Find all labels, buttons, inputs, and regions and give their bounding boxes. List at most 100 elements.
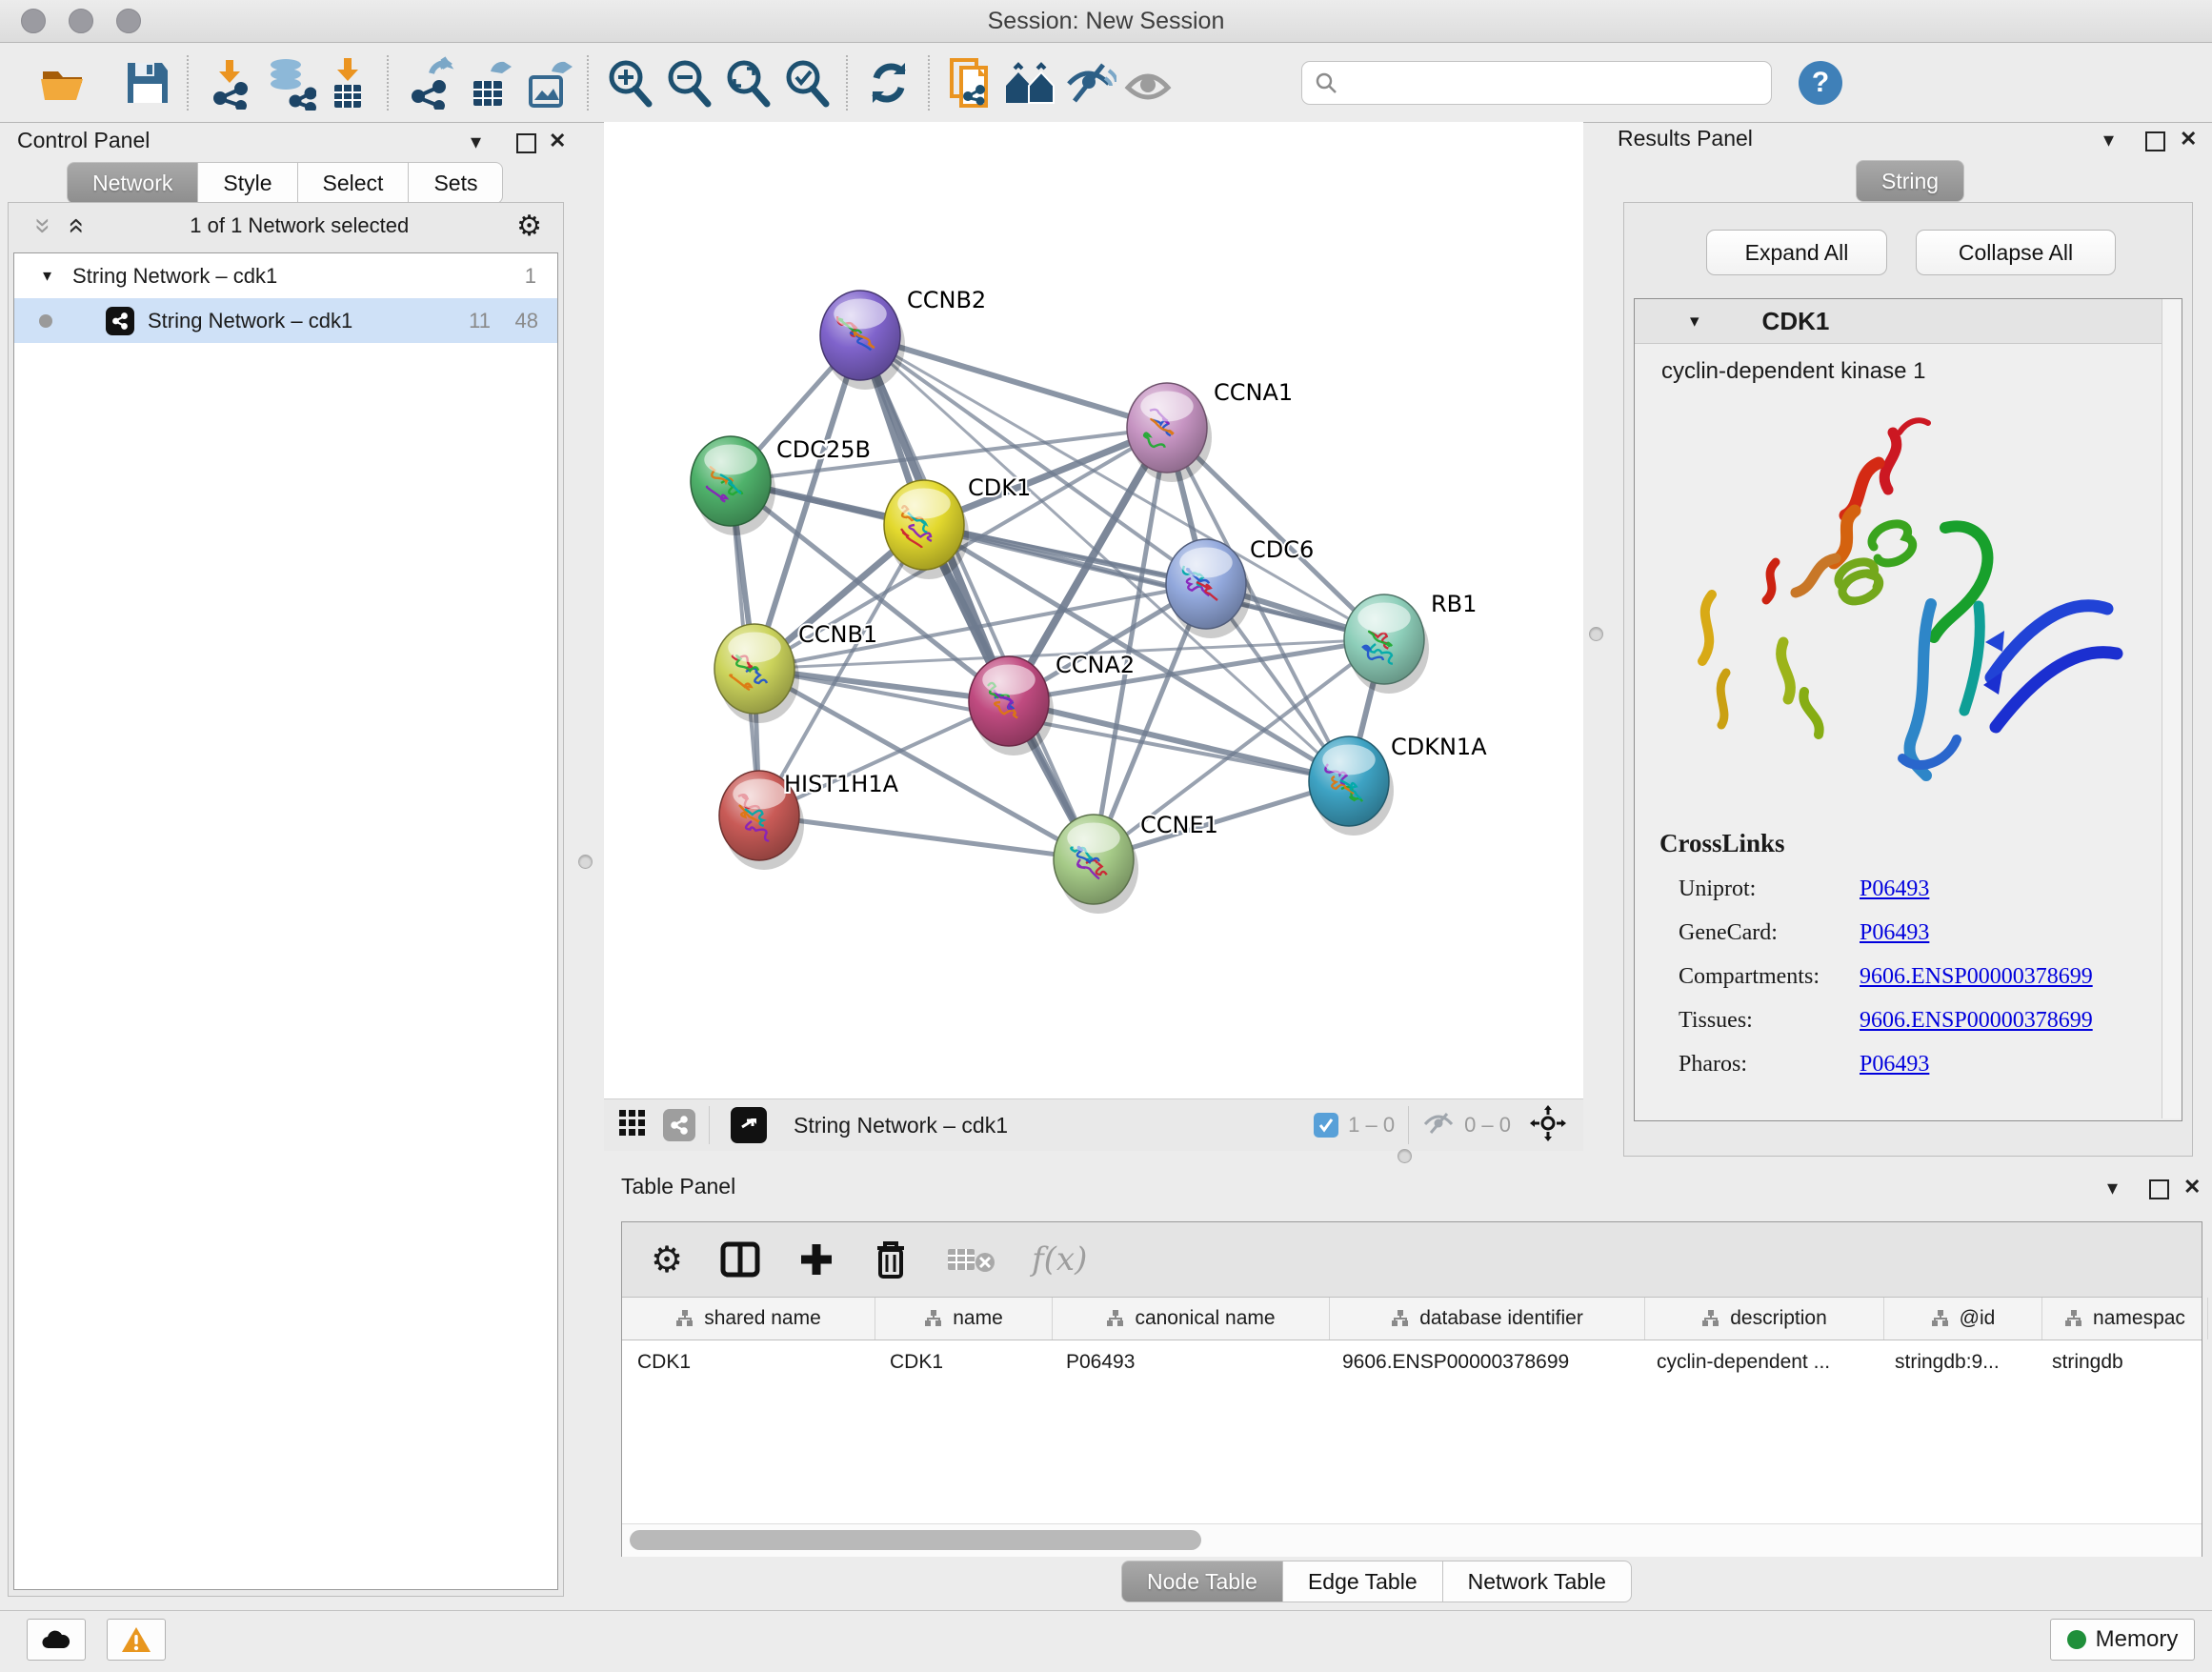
panel-close-icon[interactable]: ✕ <box>549 129 566 153</box>
network-node-RB1[interactable]: RB1 <box>1344 591 1477 694</box>
network-node-CDKN1A[interactable]: CDKN1A <box>1309 734 1487 836</box>
search-input[interactable] <box>1301 61 1772 105</box>
network-status-dot-icon <box>39 314 52 328</box>
warnings-button[interactable] <box>107 1619 166 1661</box>
column-header-namespac[interactable]: namespac <box>2042 1298 2208 1340</box>
results-float-icon[interactable] <box>2145 131 2165 151</box>
tab-style[interactable]: Style <box>198 162 297 204</box>
table-panel: Table Panel ▾ ✕ ⚙ f(x) shared namenameca… <box>604 1164 2212 1610</box>
tab-edge-table[interactable]: Edge Table <box>1283 1561 1443 1602</box>
collection-count: 1 <box>525 264 536 289</box>
panel-float-icon[interactable] <box>516 133 536 153</box>
column-header-description[interactable]: description <box>1645 1298 1884 1340</box>
table-horizontal-scrollbar[interactable] <box>622 1523 2202 1557</box>
table-close-icon[interactable]: ✕ <box>2183 1175 2201 1199</box>
protein-card-header[interactable]: ▾ CDK1 <box>1635 299 2182 344</box>
tab-node-table[interactable]: Node Table <box>1121 1561 1283 1602</box>
table-cell[interactable]: cyclin-dependent ... <box>1641 1340 1880 1384</box>
import-network-file-icon[interactable] <box>200 53 259 112</box>
network-node-CCNA2[interactable]: CCNA2 <box>969 652 1135 755</box>
column-header-name[interactable]: name <box>875 1298 1053 1340</box>
collapse-all-button[interactable]: Collapse All <box>1916 230 2116 275</box>
table-cell[interactable]: stringdb:9... <box>1880 1340 2037 1384</box>
network-node-CDC6[interactable]: CDC6 <box>1166 536 1314 638</box>
network-row[interactable]: String Network – cdk1 11 48 <box>14 298 557 343</box>
expand-all-button[interactable]: Expand All <box>1706 230 1887 275</box>
crosslink-link[interactable]: P06493 <box>1860 920 1929 946</box>
crosslink-link[interactable]: 9606.ENSP00000378699 <box>1860 964 2093 990</box>
node-label: CDC25B <box>776 436 871 463</box>
zoom-fit-icon[interactable] <box>718 53 777 112</box>
import-table-file-icon[interactable] <box>318 53 377 112</box>
network-options-gear-icon[interactable]: ⚙ <box>516 210 542 243</box>
collection-expand-icon[interactable]: ▾ <box>43 266 51 286</box>
export-network-icon[interactable] <box>400 53 459 112</box>
table-menu-icon[interactable]: ▾ <box>2107 1176 2118 1200</box>
table-settings-gear-icon[interactable]: ⚙ <box>651 1239 683 1281</box>
collapse-all-networks-icon[interactable]: » <box>29 218 57 234</box>
table-cell[interactable]: stringdb <box>2037 1340 2202 1384</box>
zoom-selected-icon[interactable] <box>777 53 836 112</box>
column-header-canonical-name[interactable]: canonical name <box>1053 1298 1330 1340</box>
results-close-icon[interactable]: ✕ <box>2180 127 2197 151</box>
create-column-plus-icon[interactable] <box>797 1240 835 1279</box>
selected-nodes-checkbox-icon[interactable] <box>1314 1113 1338 1138</box>
column-header-database-identifier[interactable]: database identifier <box>1330 1298 1645 1340</box>
show-columns-icon[interactable] <box>719 1239 761 1280</box>
show-all-icon[interactable] <box>1118 53 1177 112</box>
status-bar: Memory <box>0 1610 2212 1672</box>
crosslink-link[interactable]: P06493 <box>1860 1052 1929 1078</box>
crosslink-link[interactable]: P06493 <box>1860 876 1929 902</box>
right-splitter-handle[interactable] <box>1589 627 1603 641</box>
table-float-icon[interactable] <box>2149 1179 2169 1199</box>
column-header-@id[interactable]: @id <box>1884 1298 2042 1340</box>
table-cell[interactable]: CDK1 <box>622 1340 875 1384</box>
crosslink-link[interactable]: 9606.ENSP00000378699 <box>1860 1008 2093 1034</box>
scrollbar-thumb[interactable] <box>630 1530 1201 1550</box>
tab-network[interactable]: Network <box>67 162 198 204</box>
table-cell[interactable]: CDK1 <box>875 1340 1051 1384</box>
protein-collapse-icon[interactable]: ▾ <box>1690 311 1699 332</box>
table-cell[interactable]: P06493 <box>1051 1340 1327 1384</box>
open-in-window-icon[interactable] <box>731 1107 767 1143</box>
memory-button[interactable]: Memory <box>2050 1619 2195 1661</box>
import-network-database-icon[interactable] <box>259 53 318 112</box>
duplicate-network-icon[interactable] <box>941 53 1000 112</box>
export-image-icon[interactable] <box>518 53 577 112</box>
grid-view-icon[interactable]: {} <box>617 1108 648 1143</box>
network-selection-status: 1 of 1 Network selected <box>82 213 516 238</box>
network-view-title: String Network – cdk1 <box>794 1113 1008 1138</box>
delete-row-trash-icon[interactable] <box>872 1239 910 1280</box>
tab-sets[interactable]: Sets <box>409 162 503 204</box>
expand-all-networks-icon[interactable]: » <box>60 218 89 234</box>
left-splitter-handle[interactable] <box>578 855 593 869</box>
fit-content-crosshair-icon[interactable] <box>1530 1105 1566 1146</box>
network-collection-row[interactable]: ▾ String Network – cdk1 1 <box>14 253 557 298</box>
table-row[interactable]: CDK1CDK1P064939606.ENSP00000378699cyclin… <box>622 1340 2202 1384</box>
column-header-shared-name[interactable]: shared name <box>622 1298 875 1340</box>
results-menu-icon[interactable]: ▾ <box>2103 128 2114 152</box>
tab-network-table[interactable]: Network Table <box>1443 1561 1632 1602</box>
open-session-icon[interactable] <box>34 53 93 112</box>
network-node-CDK1[interactable]: CDK1 <box>884 474 1031 579</box>
first-neighbors-icon[interactable] <box>1000 53 1059 112</box>
help-button[interactable]: ? <box>1799 61 1842 105</box>
crosslink-label: Uniprot: <box>1679 876 1860 902</box>
refresh-icon[interactable] <box>859 53 918 112</box>
export-table-icon[interactable] <box>459 53 518 112</box>
panel-menu-icon[interactable]: ▾ <box>471 130 481 154</box>
table-cell[interactable]: 9606.ENSP00000378699 <box>1327 1340 1641 1384</box>
network-canvas[interactable]: CCNB2CCNA1CDC25BCDK1CDC6RB1CCNB1CCNA2CDK… <box>604 122 1583 1094</box>
hide-selected-icon[interactable] <box>1059 53 1118 112</box>
bottom-splitter-handle[interactable] <box>1398 1149 1412 1163</box>
cloud-status-button[interactable] <box>27 1619 86 1661</box>
tab-string[interactable]: String <box>1856 160 1964 202</box>
crosslink-row: Uniprot:P06493 <box>1679 867 2155 911</box>
zoom-out-icon[interactable] <box>659 53 718 112</box>
crosslink-label: Pharos: <box>1679 1052 1860 1078</box>
save-session-icon[interactable] <box>118 53 177 112</box>
results-vertical-scrollbar[interactable] <box>2162 299 2182 1118</box>
tab-select[interactable]: Select <box>298 162 410 204</box>
zoom-in-icon[interactable] <box>600 53 659 112</box>
network-view-share-icon[interactable] <box>663 1109 695 1141</box>
